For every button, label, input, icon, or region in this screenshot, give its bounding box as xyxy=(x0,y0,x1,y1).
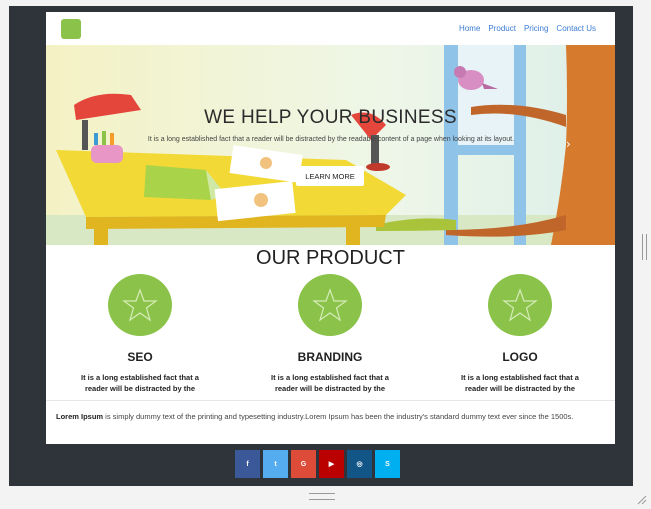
product-desc: It is a long established fact that a rea… xyxy=(271,373,389,393)
nav-menu: Home Product Pricing Contact Us xyxy=(459,24,596,33)
youtube-icon[interactable]: ▶ xyxy=(319,450,344,478)
web-page: Home Product Pricing Contact Us WE HELP … xyxy=(46,12,615,444)
hero-banner: WE HELP YOUR BUSINESS It is a long estab… xyxy=(46,45,615,245)
resize-corner-icon[interactable] xyxy=(637,495,647,505)
lorem-text: is simply dummy text of the printing and… xyxy=(103,412,574,421)
product-name: SEO xyxy=(127,350,153,364)
nav-item-contact-us[interactable]: Contact Us xyxy=(556,24,596,33)
skype-icon[interactable]: S xyxy=(375,450,400,478)
instagram-icon[interactable]: ◎ xyxy=(347,450,372,478)
google-plus-icon[interactable]: G xyxy=(291,450,316,478)
browser-frame: Home Product Pricing Contact Us WE HELP … xyxy=(9,6,633,486)
star-icon xyxy=(298,274,362,336)
logo[interactable] xyxy=(61,19,81,39)
hero-title: WE HELP YOUR BUSINESS xyxy=(204,107,457,128)
nav-item-home[interactable]: Home xyxy=(459,24,480,33)
star-icon xyxy=(488,274,552,336)
section-title: OUR PRODUCT xyxy=(256,247,405,269)
divider xyxy=(46,400,615,401)
product-card-seo: SEO It is a long established fact that a… xyxy=(60,274,220,394)
social-bar: f t G ▶ ◎ S xyxy=(235,450,400,478)
facebook-icon[interactable]: f xyxy=(235,450,260,478)
product-desc: It is a long established fact that a rea… xyxy=(461,373,579,393)
star-icon xyxy=(108,274,172,336)
navbar: Home Product Pricing Contact Us xyxy=(46,12,615,45)
lorem-bold: Lorem Ipsum xyxy=(56,412,104,421)
product-card-branding: BRANDING It is a long established fact t… xyxy=(250,274,410,394)
hero-text: It is a long established fact that a rea… xyxy=(147,136,515,143)
right-resize-handle[interactable] xyxy=(642,234,647,260)
product-desc: It is a long established fact that a rea… xyxy=(81,373,199,393)
product-card-logo: LOGO It is a long established fact that … xyxy=(440,274,600,394)
twitter-icon[interactable]: t xyxy=(263,450,288,478)
learn-more-button[interactable]: LEARN MORE xyxy=(296,166,364,186)
bottom-resize-handle[interactable] xyxy=(309,493,335,500)
product-name: LOGO xyxy=(502,350,538,364)
nav-item-pricing[interactable]: Pricing xyxy=(524,24,548,33)
product-name: BRANDING xyxy=(297,350,363,364)
nav-item-product[interactable]: Product xyxy=(488,24,516,33)
lorem-paragraph: Lorem Ipsum is simply dummy text of the … xyxy=(56,411,601,423)
chevron-right-icon[interactable]: › xyxy=(566,137,571,151)
